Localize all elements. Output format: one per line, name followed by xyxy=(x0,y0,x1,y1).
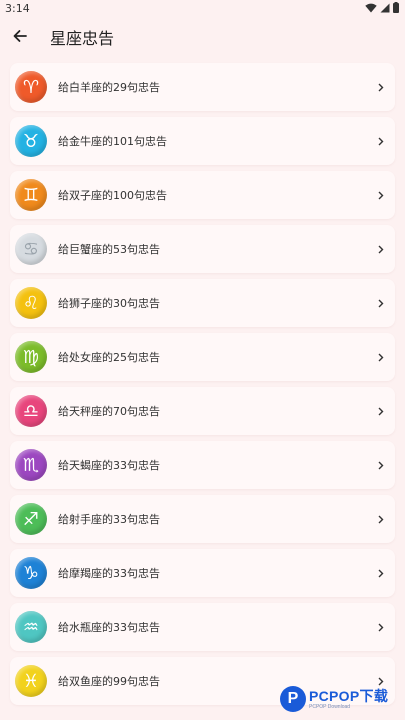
chevron-right-icon xyxy=(376,458,386,472)
list-item-label: 给双子座的100句忠告 xyxy=(58,189,167,202)
battery-icon xyxy=(393,2,399,13)
list-item-label: 给狮子座的30句忠告 xyxy=(58,297,160,310)
list-item-label: 给巨蟹座的53句忠告 xyxy=(58,243,160,256)
chevron-right-icon xyxy=(376,350,386,364)
page-title: 星座忠告 xyxy=(50,29,115,48)
capricorn-icon: ♑ xyxy=(15,557,47,589)
list-item-label: 给摩羯座的33句忠告 xyxy=(58,567,160,580)
chevron-right-icon xyxy=(376,566,386,580)
signal-icon xyxy=(380,3,390,12)
list-item-label: 给天秤座的70句忠告 xyxy=(58,405,160,418)
taurus-icon: ♉ xyxy=(15,125,47,157)
pisces-icon: ♓ xyxy=(15,665,47,697)
list-item-label: 给白羊座的29句忠告 xyxy=(58,81,160,94)
list-item-label: 给处女座的25句忠告 xyxy=(58,351,160,364)
status-icons xyxy=(365,2,399,13)
wifi-icon xyxy=(365,3,377,12)
gemini-icon: ♊ xyxy=(15,179,47,211)
cancer-icon: ♋ xyxy=(15,233,47,265)
list-item-leo[interactable]: ♌ 给狮子座的30句忠告 xyxy=(10,279,395,327)
arrow-left-icon xyxy=(13,30,27,42)
status-bar: 3:14 xyxy=(0,0,405,18)
list-item-libra[interactable]: ♎ 给天秤座的70句忠告 xyxy=(10,387,395,435)
chevron-right-icon xyxy=(376,620,386,634)
list-item-sagittarius[interactable]: ♐ 给射手座的33句忠告 xyxy=(10,495,395,543)
watermark-text-group: PCPOP下载 PCPOP Download xyxy=(309,689,388,710)
watermark-logo: P xyxy=(280,686,306,712)
scorpio-icon: ♏ xyxy=(15,449,47,481)
chevron-right-icon xyxy=(376,242,386,256)
chevron-right-icon xyxy=(376,512,386,526)
virgo-icon: ♍ xyxy=(15,341,47,373)
aquarius-icon: ♒ xyxy=(15,611,47,643)
chevron-right-icon xyxy=(376,404,386,418)
watermark-text: PCPOP下载 xyxy=(309,687,389,704)
list-item-aquarius[interactable]: ♒ 给水瓶座的33句忠告 xyxy=(10,603,395,651)
list-item-label: 给金牛座的101句忠告 xyxy=(58,135,167,148)
chevron-right-icon xyxy=(376,80,386,94)
chevron-right-icon xyxy=(376,134,386,148)
aries-icon: ♈ xyxy=(15,71,47,103)
list-item-scorpio[interactable]: ♏ 给天蝎座的33句忠告 xyxy=(10,441,395,489)
list-item-label: 给射手座的33句忠告 xyxy=(58,513,160,526)
back-button[interactable] xyxy=(6,22,34,50)
list-item-gemini[interactable]: ♊ 给双子座的100句忠告 xyxy=(10,171,395,219)
list-item-taurus[interactable]: ♉ 给金牛座的101句忠告 xyxy=(10,117,395,165)
watermark-subtext: PCPOP Download xyxy=(309,703,351,710)
list-item-label: 给双鱼座的99句忠告 xyxy=(58,675,160,688)
advice-list: ♈ 给白羊座的29句忠告 ♉ 给金牛座的101句忠告 ♊ 给双子座的100句忠告… xyxy=(10,63,395,711)
watermark: P PCPOP下载 PCPOP Download xyxy=(280,683,404,715)
sagittarius-icon: ♐ xyxy=(15,503,47,535)
list-item-virgo[interactable]: ♍ 给处女座的25句忠告 xyxy=(10,333,395,381)
app-bar: 星座忠告 xyxy=(0,18,405,54)
chevron-right-icon xyxy=(376,188,386,202)
leo-icon: ♌ xyxy=(15,287,47,319)
list-item-aries[interactable]: ♈ 给白羊座的29句忠告 xyxy=(10,63,395,111)
list-item-capricorn[interactable]: ♑ 给摩羯座的33句忠告 xyxy=(10,549,395,597)
list-item-label: 给水瓶座的33句忠告 xyxy=(58,621,160,634)
libra-icon: ♎ xyxy=(15,395,47,427)
list-item-cancer[interactable]: ♋ 给巨蟹座的53句忠告 xyxy=(10,225,395,273)
chevron-right-icon xyxy=(376,296,386,310)
status-time: 3:14 xyxy=(5,2,30,15)
list-item-label: 给天蝎座的33句忠告 xyxy=(58,459,160,472)
